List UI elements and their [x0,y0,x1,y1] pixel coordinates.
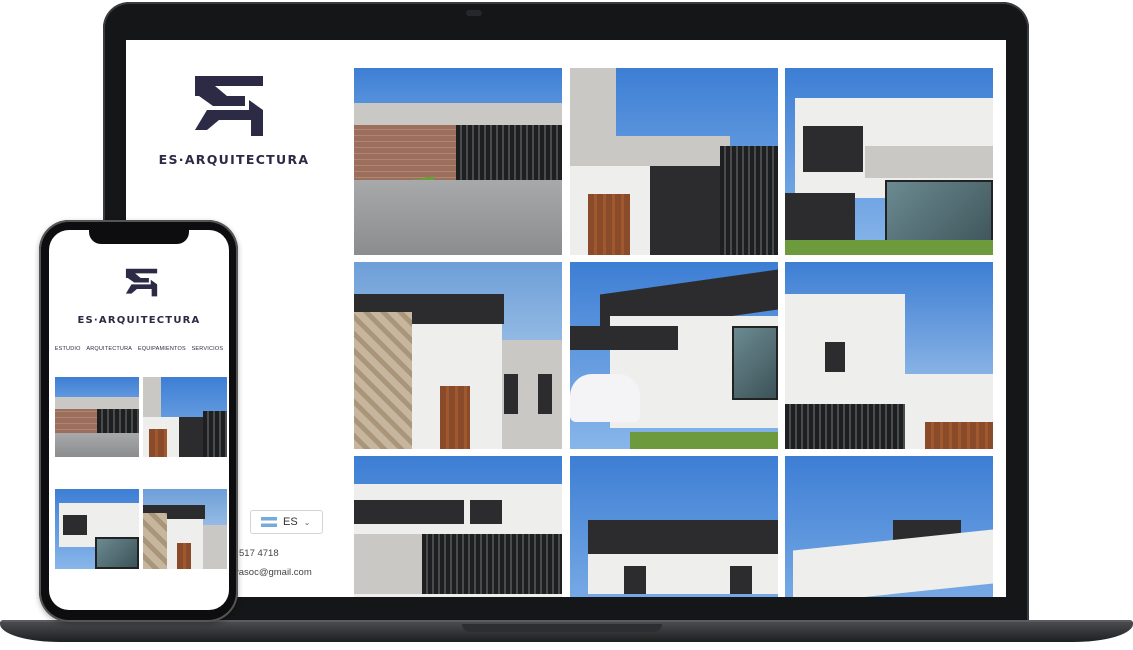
laptop-camera [466,10,482,16]
nav-item-estudio[interactable]: ESTUDIO [55,346,81,352]
logo-icon[interactable] [125,266,159,300]
gallery-photo[interactable] [354,456,562,597]
gallery-photo[interactable] [143,489,227,569]
contact-phone[interactable]: 517 4718 [239,548,279,559]
gallery-photo[interactable] [55,489,139,569]
gallery-photo[interactable] [785,262,993,449]
brand-name[interactable]: ES·ARQUITECTURA [150,152,318,167]
mobile-website: ES·ARQUITECTURA ESTUDIO ARQUITECTURA EQU… [49,230,229,610]
gallery-photo[interactable] [143,377,227,457]
language-selector[interactable]: ES ⌄ [250,510,323,534]
contact-email[interactable]: yasoc@gmail.com [234,567,312,578]
gallery-photo[interactable] [354,262,562,449]
gallery-photo[interactable] [55,377,139,457]
mobile-nav: ESTUDIO ARQUITECTURA EQUIPAMIENTOS SERVI… [49,346,229,352]
chevron-down-icon: ⌄ [303,517,311,527]
gallery-photo[interactable] [785,456,993,597]
logo-icon[interactable] [193,74,267,140]
gallery-photo[interactable] [354,68,562,255]
nav-item-equipamientos[interactable]: EQUIPAMIENTOS [138,346,186,352]
nav-item-arquitectura[interactable]: ARQUITECTURA [86,346,132,352]
desktop-website: ES·ARQUITECTURA ES ⌄ 517 4718 yasoc@gmai… [126,40,1006,597]
language-label: ES [283,516,298,528]
phone-notch [89,230,189,244]
gallery-photo[interactable] [570,456,778,597]
argentina-flag-icon [261,517,277,527]
laptop-trackpad-notch [462,624,662,632]
nav-item-servicios[interactable]: SERVICIOS [192,346,224,352]
brand-name[interactable]: ES·ARQUITECTURA [49,315,229,326]
gallery-photo[interactable] [785,68,993,255]
gallery-photo[interactable] [570,68,778,255]
device-mockup: ES·ARQUITECTURA ES ⌄ 517 4718 yasoc@gmai… [0,0,1133,650]
gallery-photo[interactable] [570,262,778,449]
